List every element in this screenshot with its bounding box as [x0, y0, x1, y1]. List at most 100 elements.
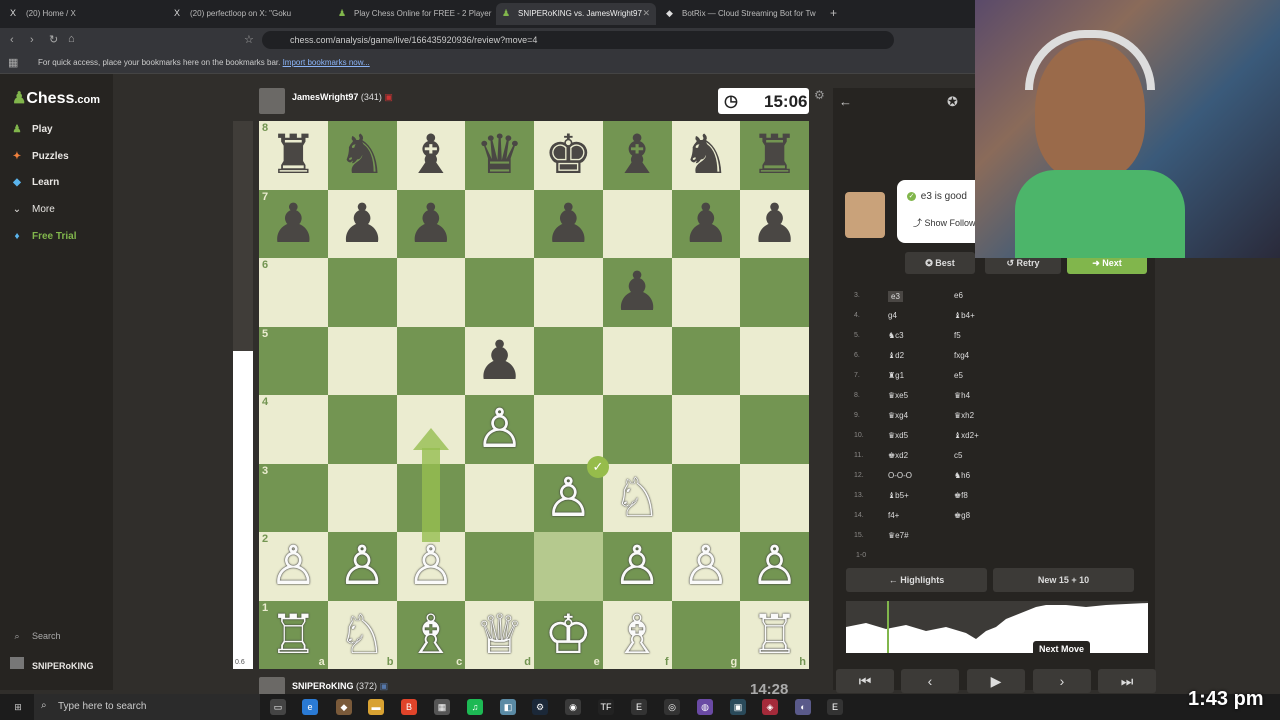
square-b2[interactable]: ♙: [327, 532, 397, 601]
chess-board[interactable]: ♜ 8 ♞ ♝ ♛ ♚ ♝ ♞ ♜ ♟ 7 ♟ ♟ ♟ ♟ ♟ 6 ♟ 5 ♟ 4 ♙ 3 ♙ ♘ ♙ 2 ♙ ♙ ♙ ♙ ♙ ♖ 1 a ♘ b ♗ c ♕…: [259, 121, 809, 669]
app-icon[interactable]: ◍: [697, 699, 713, 715]
chess-piece[interactable]: ♟: [338, 197, 386, 251]
white-move[interactable]: ♝d2: [888, 351, 904, 360]
square-g5[interactable]: [671, 326, 741, 395]
sidebar-item-play[interactable]: ♟ Play: [10, 124, 53, 135]
square-h7[interactable]: ♟: [740, 189, 809, 258]
square-f2[interactable]: ♙: [602, 532, 672, 601]
sidebar-item-puzzles[interactable]: ✦ Puzzles: [10, 151, 69, 162]
best-button[interactable]: ✪ Best: [905, 252, 975, 274]
square-a5[interactable]: 5: [259, 326, 328, 395]
square-b7[interactable]: ♟: [327, 189, 397, 258]
square-e1[interactable]: ♔ e: [534, 600, 603, 669]
forward-icon[interactable]: ›: [30, 34, 34, 46]
square-c8[interactable]: ♝: [396, 121, 466, 190]
square-a3[interactable]: 3: [259, 463, 328, 532]
white-move[interactable]: ♞c3: [888, 331, 904, 340]
black-move[interactable]: f5: [954, 331, 961, 340]
player-name[interactable]: JamesWright97: [292, 92, 358, 102]
square-h1[interactable]: ♖ h: [740, 600, 809, 669]
black-move[interactable]: fxg4: [954, 351, 969, 360]
white-move[interactable]: ♛xe5: [888, 391, 908, 400]
chess-piece[interactable]: ♙: [613, 539, 661, 593]
chess-piece[interactable]: ♚: [544, 128, 592, 182]
square-c7[interactable]: ♟: [396, 189, 466, 258]
bookmark-icon[interactable]: ☆: [244, 33, 254, 46]
chess-piece[interactable]: ♟: [269, 197, 317, 251]
square-e4[interactable]: [534, 395, 603, 464]
chess-piece[interactable]: ♟: [544, 197, 592, 251]
highlights-button[interactable]: ← Highlights: [846, 568, 987, 592]
white-move[interactable]: g4: [888, 311, 897, 320]
square-d8[interactable]: ♛: [465, 121, 534, 190]
chess-piece[interactable]: ♙: [682, 539, 730, 593]
steam-icon[interactable]: ⚙: [532, 699, 548, 715]
url-field[interactable]: chess.com/analysis/game/live/16643592093…: [262, 31, 894, 49]
chess-piece[interactable]: ♙: [338, 539, 386, 593]
chess-piece[interactable]: ♙: [544, 471, 592, 525]
square-g6[interactable]: [671, 258, 741, 327]
square-d3[interactable]: [465, 463, 534, 532]
chess-piece[interactable]: ♙: [407, 539, 455, 593]
last-move-button[interactable]: ⏭: [1098, 669, 1156, 693]
epic-games-icon[interactable]: E: [827, 699, 843, 715]
apps-icon[interactable]: ▦: [8, 56, 18, 69]
chess-piece[interactable]: ♟: [750, 197, 798, 251]
square-g7[interactable]: ♟: [671, 189, 741, 258]
back-arrow-icon[interactable]: ←: [839, 94, 852, 109]
chess-piece[interactable]: ♖: [750, 608, 798, 662]
square-c5[interactable]: [396, 326, 466, 395]
square-f7[interactable]: [602, 189, 672, 258]
chess-piece[interactable]: ♜: [750, 128, 798, 182]
reload-icon[interactable]: ↻: [49, 33, 58, 46]
chess-piece[interactable]: ♗: [407, 608, 455, 662]
close-tab-icon[interactable]: ✕: [642, 8, 650, 19]
square-e2[interactable]: [534, 532, 603, 601]
black-move[interactable]: ♝xd2+: [954, 431, 979, 440]
chess-piece[interactable]: ♝: [407, 128, 455, 182]
square-b4[interactable]: [327, 395, 397, 464]
sidebar-item-more[interactable]: ⌄ More: [10, 204, 55, 215]
square-d6[interactable]: [465, 258, 534, 327]
chess-piece[interactable]: ♜: [269, 128, 317, 182]
white-move[interactable]: ♝b5+: [888, 491, 909, 500]
tf-icon[interactable]: TF: [598, 699, 614, 715]
square-b5[interactable]: [327, 326, 397, 395]
calculator-icon[interactable]: ▦: [434, 699, 450, 715]
chess-piece[interactable]: ♝: [613, 128, 661, 182]
chess-piece[interactable]: ♟: [613, 265, 661, 319]
settings-gear-icon[interactable]: ⚙: [814, 88, 825, 102]
windows-start-icon[interactable]: ⊞: [10, 699, 26, 715]
play-button[interactable]: ▶: [967, 669, 1025, 693]
chess-piece[interactable]: ♟: [682, 197, 730, 251]
black-move[interactable]: ♛xh2: [954, 411, 974, 420]
square-d7[interactable]: [465, 189, 534, 258]
square-g2[interactable]: ♙: [671, 532, 741, 601]
square-a2[interactable]: ♙ 2: [259, 532, 328, 601]
obs-icon[interactable]: ◐: [795, 699, 811, 715]
square-c6[interactable]: [396, 258, 466, 327]
chess-piece[interactable]: ♛: [475, 128, 523, 182]
chess-logo[interactable]: ♟Chess.com: [12, 88, 100, 108]
chess-piece[interactable]: ♘: [338, 608, 386, 662]
brave-icon[interactable]: B: [401, 699, 417, 715]
black-move[interactable]: e6: [954, 291, 963, 300]
white-move[interactable]: ♜g1: [888, 371, 904, 380]
chess-piece[interactable]: ♞: [338, 128, 386, 182]
app-icon[interactable]: ◧: [500, 699, 516, 715]
sidebar-item-free-trial[interactable]: ♦ Free Trial: [10, 231, 76, 242]
square-c2[interactable]: ♙: [396, 532, 466, 601]
sidebar-search[interactable]: ⌕ Search: [10, 631, 60, 642]
square-f3[interactable]: ♘: [602, 463, 672, 532]
square-h5[interactable]: [740, 326, 809, 395]
square-a1[interactable]: ♖ 1 a: [259, 600, 328, 669]
black-move[interactable]: ♚f8: [954, 491, 968, 500]
spotify-icon[interactable]: ♫: [467, 699, 483, 715]
square-d2[interactable]: [465, 532, 534, 601]
square-a7[interactable]: ♟ 7: [259, 189, 328, 258]
square-g4[interactable]: [671, 395, 741, 464]
square-f8[interactable]: ♝: [602, 121, 672, 190]
square-a4[interactable]: 4: [259, 395, 328, 464]
file-explorer-icon[interactable]: ▬: [368, 699, 384, 715]
square-e8[interactable]: ♚: [534, 121, 603, 190]
